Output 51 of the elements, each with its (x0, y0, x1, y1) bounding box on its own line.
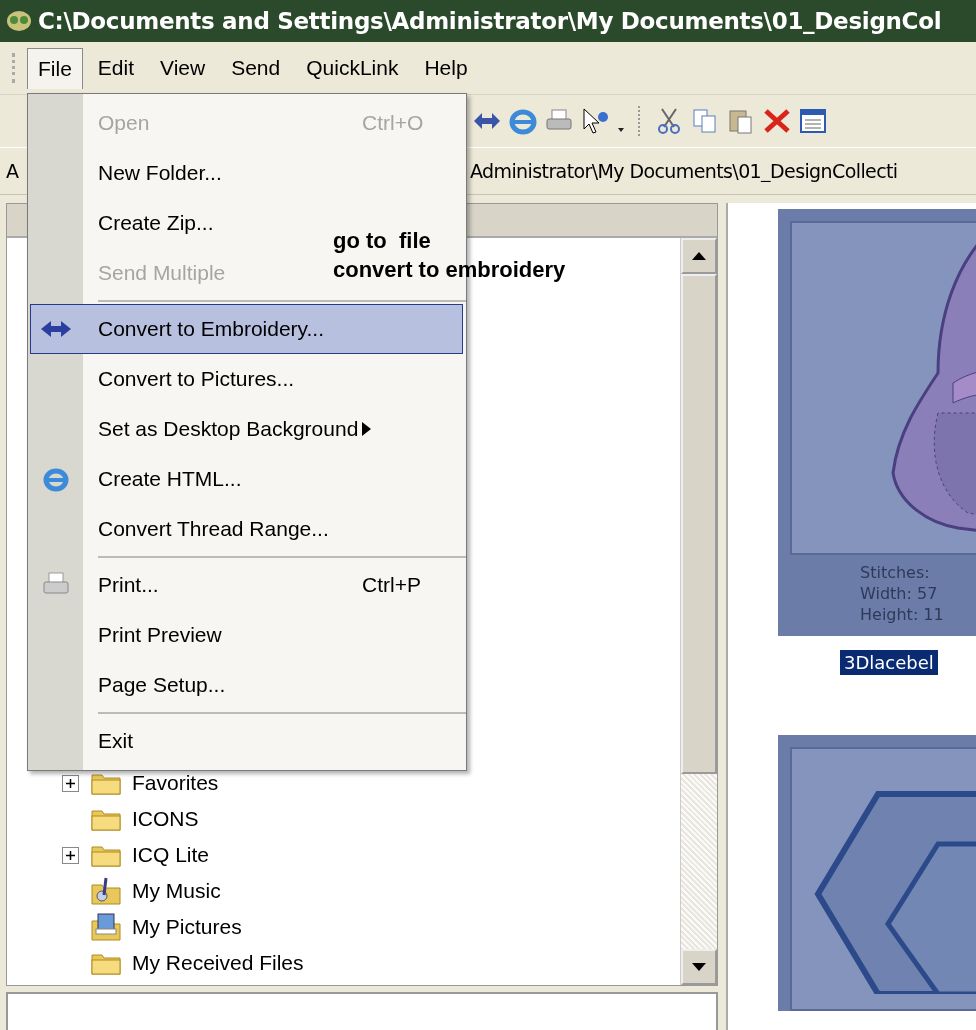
up-arrow-icon (692, 252, 706, 260)
scrollbar[interactable] (680, 238, 717, 985)
menu-item[interactable]: Create HTML... (30, 454, 353, 504)
down-arrow-icon (692, 963, 706, 971)
menu-bar-item[interactable]: Send (220, 47, 292, 89)
menu-bar-item[interactable]: Edit (86, 47, 146, 89)
address-label: A (5, 160, 20, 182)
annotation-text: convert to embroidery (333, 256, 566, 284)
menu-bar-item[interactable]: File (27, 47, 83, 89)
double-arrow-icon[interactable] (472, 110, 502, 132)
menu-item[interactable]: Print... Ctrl+P (30, 560, 463, 610)
menu-item[interactable]: New Folder... (30, 148, 333, 198)
folder-item[interactable]: ICQ Lite (132, 843, 210, 867)
folder-item[interactable]: Favorites (132, 771, 219, 795)
properties-icon[interactable] (798, 107, 828, 135)
folder-item[interactable]: ICONS (132, 807, 199, 831)
window-title: C:\Documents and Settings\Administrator\My Documents\01_DesignCol (38, 8, 942, 34)
menu-item[interactable]: Set as Desktop Background (30, 404, 463, 454)
menu-bar-item[interactable]: QuickLink (295, 47, 410, 89)
address-field[interactable]: Administrator\My Documents\01_DesignCollecti (470, 160, 976, 182)
menu-bar-item[interactable]: View (149, 47, 217, 89)
app-icon (6, 10, 32, 32)
expand-icon[interactable] (62, 774, 79, 792)
scroll-up-button[interactable] (681, 238, 717, 274)
design-info: Width: 57 (860, 584, 939, 603)
scroll-down-button[interactable] (681, 949, 717, 985)
folder-item[interactable]: My Music (132, 879, 221, 903)
double-arrow-icon (39, 318, 73, 340)
menu-item[interactable]: Create Zip... (30, 198, 325, 248)
menu-bar-item[interactable]: Help (413, 47, 479, 89)
thumbnail-card[interactable] (778, 735, 976, 1011)
submenu-arrow-icon (362, 422, 371, 436)
pictures-folder-icon (90, 912, 122, 942)
folder-item[interactable]: My Pictures (132, 915, 242, 939)
expand-icon[interactable] (62, 846, 79, 864)
folder-item[interactable]: My Received Files (132, 951, 304, 975)
menu-item[interactable]: Page Setup... (30, 660, 337, 710)
help-pointer-icon[interactable] (580, 107, 610, 135)
menu-item[interactable]: Convert Thread Range... (30, 504, 440, 554)
browser-icon[interactable] (508, 107, 538, 135)
annotation-text: go to file (333, 227, 432, 255)
menu-item[interactable]: Convert to Embroidery... (30, 304, 463, 354)
file-name-label[interactable]: 3Dlacebel (840, 650, 938, 675)
design-info: Stitches: (860, 563, 931, 582)
scroll-thumb[interactable] (681, 274, 717, 774)
delete-icon[interactable] (762, 107, 792, 135)
menu-item[interactable]: Exit (30, 716, 244, 766)
music-folder-icon (90, 876, 122, 906)
design-info: Height: 11 (860, 605, 945, 624)
menu-item[interactable]: Convert to Pictures... (30, 354, 406, 404)
menu-item[interactable]: Print Preview (30, 610, 333, 660)
